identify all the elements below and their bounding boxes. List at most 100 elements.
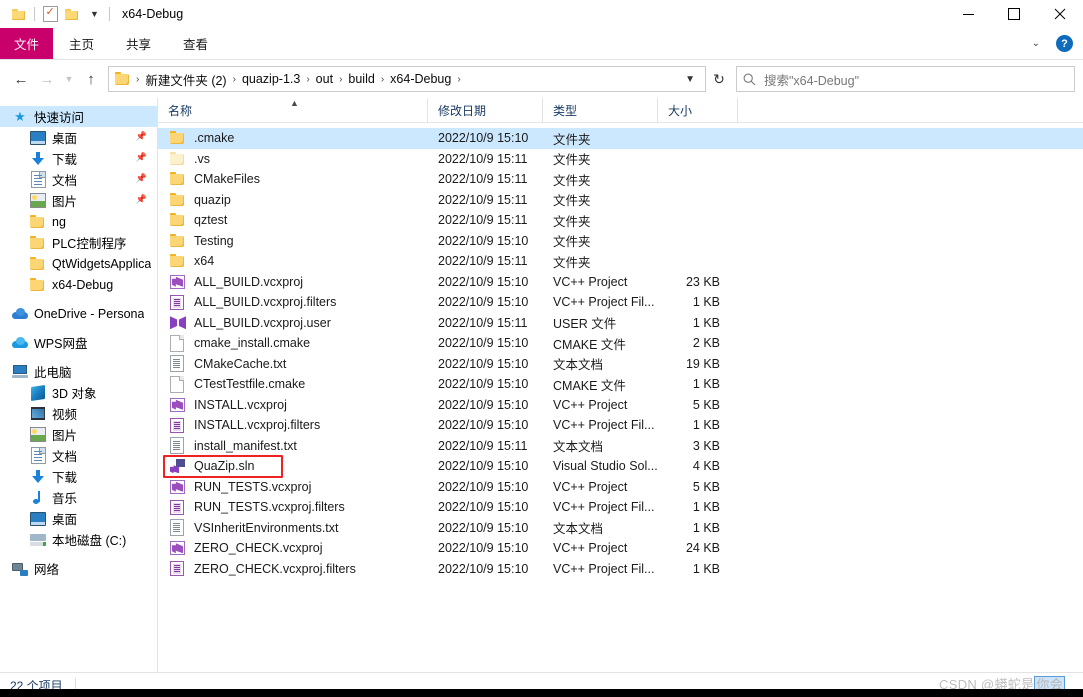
address-dropdown-button[interactable]: ▼ [677, 74, 703, 85]
column-header-name[interactable]: 名称 ▲ [158, 98, 428, 122]
table-row[interactable]: INSTALL.vcxproj.filters 2022/10/9 15:10 VC… [158, 415, 1083, 436]
filters-icon [170, 499, 184, 515]
nav-group-gap [0, 550, 157, 558]
table-row[interactable]: .cmake 2022/10/9 15:10 文件夹 [158, 128, 1083, 149]
file-icon [170, 541, 187, 556]
search-box[interactable]: 搜索"x64-Debug" [736, 66, 1075, 92]
new-folder-button[interactable] [61, 3, 83, 25]
breadcrumb-item-4[interactable]: x64-Debug [387, 72, 454, 86]
sidebar-item-11[interactable]: 此电脑 [0, 361, 157, 382]
sidebar-item-label: 视频 [52, 408, 78, 422]
customize-quick-access-button[interactable]: ▼ [83, 3, 105, 25]
table-row[interactable]: install_manifest.txt 2022/10/9 15:11 文本文档 3… [158, 436, 1083, 457]
onedrive-icon [12, 308, 28, 319]
file-type-cell: VC++ Project [553, 274, 628, 289]
table-row[interactable]: VSInheritEnvironments.txt 2022/10/9 15:10… [158, 518, 1083, 539]
table-row[interactable]: CMakeFiles 2022/10/9 15:11 文件夹 [158, 169, 1083, 190]
column-header-type[interactable]: 类型 [543, 98, 658, 122]
sidebar-item-2[interactable]: 下载 📌 [0, 148, 157, 169]
sidebar-item-1[interactable]: 桌面 📌 [0, 127, 157, 148]
sidebar-item-12[interactable]: 3D 对象 [0, 382, 157, 403]
breadcrumb-item-0[interactable]: 新建文件夹 (2) [142, 70, 229, 89]
table-row[interactable]: Testing 2022/10/9 15:10 文件夹 [158, 231, 1083, 252]
table-row[interactable]: CTestTestfile.cmake 2022/10/9 15:10 CMAKE … [158, 374, 1083, 395]
table-row[interactable]: QuaZip.sln 2022/10/9 15:10 Visual Studio S… [158, 456, 1083, 477]
breadcrumb-item-2[interactable]: out [313, 72, 336, 86]
quick-access-toolbar: ▼ x64-Debug [0, 3, 183, 25]
tab-view[interactable]: 查看 [167, 28, 224, 59]
close-button[interactable] [1037, 0, 1083, 28]
tab-file[interactable]: 文件 [0, 28, 53, 59]
file-name-label: quazip [194, 192, 231, 207]
back-button[interactable]: ← [8, 65, 34, 93]
sidebar-item-9[interactable]: OneDrive - Persona [0, 303, 157, 324]
refresh-button[interactable]: ↻ [706, 65, 732, 93]
sidebar-item-15[interactable]: 文档 [0, 445, 157, 466]
sidebar-item-label: 本地磁盘 (C:) [52, 534, 127, 548]
table-row[interactable]: INSTALL.vcxproj 2022/10/9 15:10 VC++ Proje… [158, 395, 1083, 416]
up-button[interactable]: ↑ [78, 65, 104, 93]
sidebar-item-8[interactable]: x64-Debug [0, 274, 157, 295]
table-row[interactable]: ZERO_CHECK.vcxproj.filters 2022/10/9 15:1… [158, 559, 1083, 580]
wps-cloud-icon [12, 337, 28, 348]
table-row[interactable]: ALL_BUILD.vcxproj 2022/10/9 15:10 VC++ Pro… [158, 272, 1083, 293]
sidebar-item-icon [12, 306, 28, 322]
search-input[interactable]: 搜索"x64-Debug" [764, 70, 859, 89]
file-type-cell: VC++ Project Fil... [553, 295, 655, 310]
screenshot-bottom-bar [0, 689, 1083, 697]
recent-locations-button[interactable]: ▼ [60, 65, 78, 93]
table-row[interactable]: quazip 2022/10/9 15:11 文件夹 [158, 190, 1083, 211]
table-row[interactable]: qztest 2022/10/9 15:11 文件夹 [158, 210, 1083, 231]
table-row[interactable]: ZERO_CHECK.vcxproj 2022/10/9 15:10 VC++ Pr… [158, 538, 1083, 559]
file-size-cell: 23 KB [685, 274, 720, 289]
file-icon [170, 417, 187, 433]
sidebar-item-5[interactable]: ng [0, 211, 157, 232]
table-row[interactable]: cmake_install.cmake 2022/10/9 15:10 CMAKE … [158, 333, 1083, 354]
tab-home[interactable]: 主页 [53, 28, 110, 59]
file-date-cell: 2022/10/9 15:10 [438, 356, 529, 371]
table-row[interactable]: .vs 2022/10/9 15:11 文件夹 [158, 149, 1083, 170]
file-name-label: x64 [194, 254, 215, 269]
breadcrumb-item-1[interactable]: quazip-1.3 [239, 72, 303, 86]
sidebar-item-13[interactable]: 视频 [0, 403, 157, 424]
file-date-cell: 2022/10/9 15:10 [438, 233, 529, 248]
minimize-button[interactable] [945, 0, 991, 28]
table-row[interactable]: CMakeCache.txt 2022/10/9 15:10 文本文档 19 KB [158, 354, 1083, 375]
sidebar-item-18[interactable]: 桌面 [0, 508, 157, 529]
table-row[interactable]: ALL_BUILD.vcxproj.filters 2022/10/9 15:10… [158, 292, 1083, 313]
tab-share[interactable]: 共享 [110, 28, 167, 59]
folder-icon [170, 233, 186, 248]
sidebar-item-0[interactable]: ★ 快速访问 [0, 106, 157, 127]
table-row[interactable]: RUN_TESTS.vcxproj 2022/10/9 15:10 VC++ Pro… [158, 477, 1083, 498]
address-bar[interactable]: › 新建文件夹 (2) › quazip-1.3 › out › build ›… [108, 66, 706, 92]
maximize-button[interactable] [991, 0, 1037, 28]
sidebar-item-17[interactable]: 音乐 [0, 487, 157, 508]
table-row[interactable]: ALL_BUILD.vcxproj.user 2022/10/9 15:11 USE… [158, 313, 1083, 334]
properties-button[interactable] [39, 3, 61, 25]
forward-button[interactable]: → [34, 65, 60, 93]
table-row[interactable]: x64 2022/10/9 15:11 文件夹 [158, 251, 1083, 272]
sidebar-item-20[interactable]: 网络 [0, 558, 157, 579]
explorer-menu-button[interactable] [8, 3, 30, 25]
breadcrumb-item-3[interactable]: build [345, 72, 377, 86]
table-row[interactable]: RUN_TESTS.vcxproj.filters 2022/10/9 15:10… [158, 497, 1083, 518]
sidebar-item-icon [30, 447, 46, 464]
sidebar-item-6[interactable]: PLC控制程序 [0, 232, 157, 253]
sidebar-item-7[interactable]: QtWidgetsApplica [0, 253, 157, 274]
column-header-date[interactable]: 修改日期 [428, 98, 543, 122]
file-type-cell: VC++ Project [553, 397, 628, 412]
sidebar-item-icon [30, 130, 46, 146]
file-type-cell: 文件夹 [553, 132, 591, 147]
file-name-label: RUN_TESTS.vcxproj [194, 479, 312, 494]
file-icon [170, 561, 187, 577]
sidebar-item-10[interactable]: WPS网盘 [0, 332, 157, 353]
expand-ribbon-button[interactable]: ⌄ [1026, 38, 1046, 49]
column-header-size[interactable]: 大小 [658, 98, 738, 122]
file-date-cell: 2022/10/9 15:10 [438, 561, 529, 576]
sidebar-item-4[interactable]: 图片 📌 [0, 190, 157, 211]
sidebar-item-16[interactable]: 下载 [0, 466, 157, 487]
sidebar-item-3[interactable]: 文档 📌 [0, 169, 157, 190]
sidebar-item-19[interactable]: 本地磁盘 (C:) [0, 529, 157, 550]
help-icon[interactable]: ? [1056, 35, 1073, 52]
sidebar-item-14[interactable]: 图片 [0, 424, 157, 445]
